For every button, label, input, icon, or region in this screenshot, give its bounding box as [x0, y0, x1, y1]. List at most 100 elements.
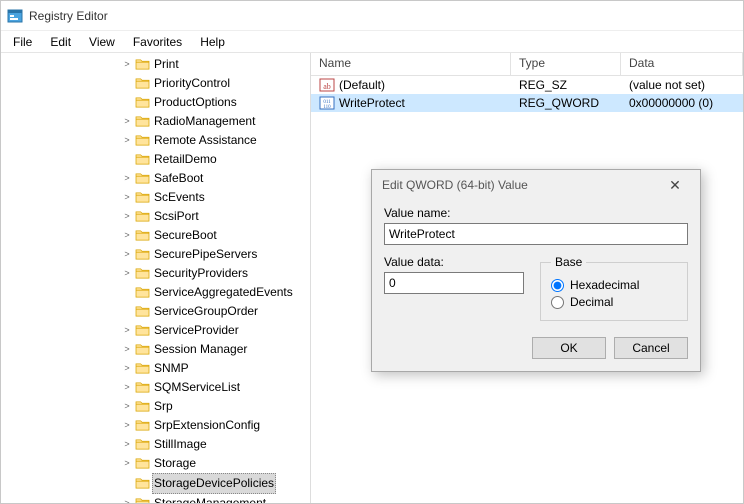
tree-panel[interactable]: >PrintPriorityControlProductOptions>Radi… [1, 53, 311, 503]
expander-icon[interactable]: > [121, 173, 133, 185]
folder-icon [135, 210, 150, 223]
titlebar: Registry Editor [1, 1, 743, 31]
tree-item[interactable]: > ServiceProvider [121, 321, 310, 340]
tree-item[interactable]: > ScEvents [121, 188, 310, 207]
menu-help[interactable]: Help [192, 33, 233, 51]
expander-icon[interactable]: > [121, 230, 133, 242]
tree-item[interactable]: > SQMServiceList [121, 378, 310, 397]
value-data-label: Value data: [384, 255, 524, 269]
tree-item[interactable]: >SecurePipeServers [121, 245, 310, 264]
tree-item[interactable]: >ScsiPort [121, 207, 310, 226]
close-icon[interactable]: ✕ [660, 177, 690, 194]
tree-item[interactable]: >StorageManagement [121, 494, 310, 503]
tree-item[interactable]: >SecurityProviders [121, 264, 310, 283]
col-header-name[interactable]: Name [311, 53, 511, 75]
tree-item[interactable]: PriorityControl [121, 74, 310, 93]
tree-item-label: SQMServiceList [152, 378, 242, 397]
menu-view[interactable]: View [81, 33, 123, 51]
expander-icon[interactable]: > [121, 59, 133, 71]
expander-icon[interactable]: > [121, 344, 133, 356]
tree-item-label: Srp [152, 397, 175, 416]
tree-item-label: Remote Assistance [152, 131, 259, 150]
tree-item[interactable]: >Print [121, 55, 310, 74]
tree-item[interactable]: RetailDemo [121, 150, 310, 169]
radio-dec-label: Decimal [570, 295, 613, 309]
menu-edit[interactable]: Edit [42, 33, 79, 51]
folder-icon [135, 438, 150, 451]
expander-icon[interactable]: > [121, 116, 133, 128]
expander-icon[interactable]: > [121, 439, 133, 451]
expander-icon [121, 78, 133, 90]
registry-tree[interactable]: >PrintPriorityControlProductOptions>Radi… [1, 55, 310, 503]
tree-item[interactable]: >RadioManagement [121, 112, 310, 131]
tree-item[interactable]: > SecureBoot [121, 226, 310, 245]
radio-hex-input[interactable] [551, 279, 564, 292]
tree-item[interactable]: > Remote Assistance [121, 131, 310, 150]
col-header-data[interactable]: Data [621, 53, 743, 75]
expander-icon[interactable]: > [121, 268, 133, 280]
expander-icon[interactable]: > [121, 135, 133, 147]
dialog-body: Value name: Value data: Base Hexadecim [372, 200, 700, 371]
value-row[interactable]: 011110WriteProtectREG_QWORD0x00000000 (0… [311, 94, 743, 112]
base-legend: Base [551, 255, 586, 269]
folder-icon [135, 115, 150, 128]
expander-icon[interactable]: > [121, 401, 133, 413]
folder-icon [135, 286, 150, 299]
expander-icon [121, 287, 133, 299]
expander-icon[interactable]: > [121, 458, 133, 470]
tree-item-label: StillImage [152, 435, 209, 454]
expander-icon[interactable]: > [121, 325, 133, 337]
tree-item[interactable]: >Storage [121, 454, 310, 473]
tree-item-label: SafeBoot [152, 169, 205, 188]
folder-icon [135, 381, 150, 394]
tree-item[interactable]: >SrpExtensionConfig [121, 416, 310, 435]
tree-item[interactable]: >SNMP [121, 359, 310, 378]
tree-item[interactable]: > Session Manager [121, 340, 310, 359]
value-data: (value not set) [621, 78, 743, 92]
tree-item[interactable]: StorageDevicePolicies [121, 473, 310, 494]
dialog-titlebar[interactable]: Edit QWORD (64-bit) Value ✕ [372, 170, 700, 200]
tree-item[interactable]: ProductOptions [121, 93, 310, 112]
tree-item[interactable]: > SafeBoot [121, 169, 310, 188]
tree-item[interactable]: ServiceGroupOrder [121, 302, 310, 321]
folder-icon [135, 96, 150, 109]
expander-icon [121, 97, 133, 109]
tree-item[interactable]: > StillImage [121, 435, 310, 454]
window-title: Registry Editor [29, 9, 108, 23]
value-data-input[interactable] [384, 272, 524, 294]
folder-icon [135, 362, 150, 375]
tree-item[interactable]: ServiceAggregatedEvents [121, 283, 310, 302]
folder-icon [135, 477, 150, 490]
radio-dec-input[interactable] [551, 296, 564, 309]
menu-file[interactable]: File [5, 33, 40, 51]
string-value-icon: ab [319, 77, 335, 93]
radio-hex[interactable]: Hexadecimal [551, 278, 677, 292]
expander-icon[interactable]: > [121, 382, 133, 394]
tree-item-label: Session Manager [152, 340, 249, 359]
tree-item-label: SecureBoot [152, 226, 219, 245]
expander-icon[interactable]: > [121, 420, 133, 432]
expander-icon[interactable]: > [121, 192, 133, 204]
tree-item[interactable]: > Srp [121, 397, 310, 416]
expander-icon[interactable]: > [121, 249, 133, 261]
expander-icon[interactable]: > [121, 498, 133, 504]
menubar: File Edit View Favorites Help [1, 31, 743, 53]
expander-icon[interactable]: > [121, 363, 133, 375]
tree-item-label: ServiceProvider [152, 321, 241, 340]
value-row[interactable]: ab(Default)REG_SZ(value not set) [311, 76, 743, 94]
ok-button[interactable]: OK [532, 337, 606, 359]
menu-favorites[interactable]: Favorites [125, 33, 190, 51]
edit-value-dialog: Edit QWORD (64-bit) Value ✕ Value name: … [371, 169, 701, 372]
radio-dec[interactable]: Decimal [551, 295, 677, 309]
cancel-button[interactable]: Cancel [614, 337, 688, 359]
folder-icon [135, 267, 150, 280]
value-name-input[interactable] [384, 223, 688, 245]
col-header-type[interactable]: Type [511, 53, 621, 75]
values-list[interactable]: ab(Default)REG_SZ(value not set)011110Wr… [311, 76, 743, 112]
radio-hex-label: Hexadecimal [570, 278, 639, 292]
tree-item-label: RetailDemo [152, 150, 219, 169]
expander-icon[interactable]: > [121, 211, 133, 223]
folder-icon [135, 134, 150, 147]
tree-item-label: ScEvents [152, 188, 207, 207]
dialog-title: Edit QWORD (64-bit) Value [382, 178, 528, 192]
